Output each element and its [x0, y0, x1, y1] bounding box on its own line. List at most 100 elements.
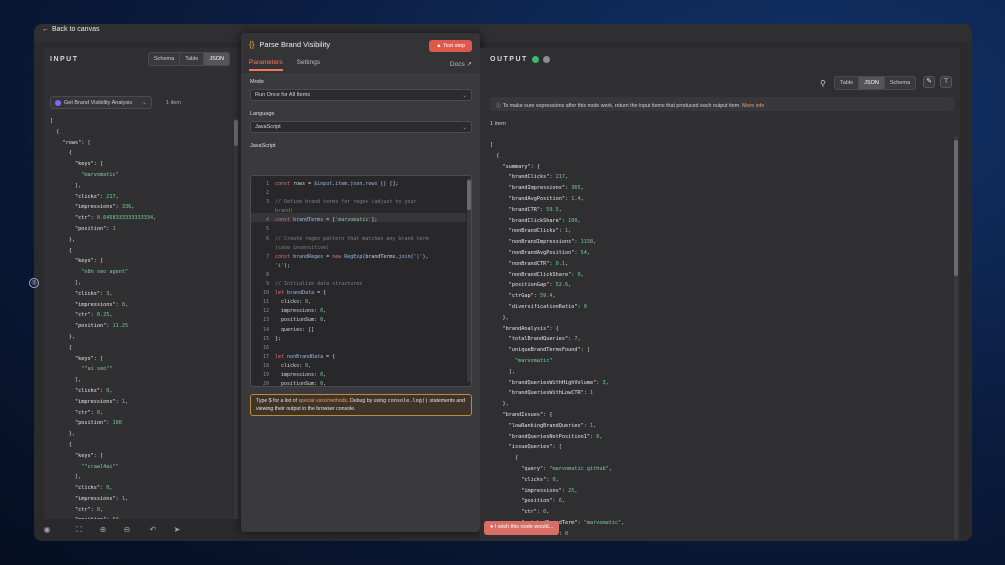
json-line: { [490, 152, 500, 159]
json-line: { [50, 344, 72, 351]
json-line: "diversificationRatio": 0 [508, 303, 587, 310]
test-step-button[interactable]: ▲ Test step [429, 40, 472, 52]
json-line: "clicks": 0, [75, 387, 113, 394]
json-line: "marvomatic" [81, 171, 119, 178]
output-panel: OUTPUT ⚲ Table JSON Schema ✎ ⊤ ⓘ To make… [480, 48, 960, 541]
mode-value: Run Once for All Items [255, 92, 311, 98]
json-line: "brandCTR": 59.5, [508, 206, 562, 213]
info-icon[interactable] [542, 56, 550, 63]
pin-icon: ⊤ [942, 78, 950, 85]
json-line: "nonBrandAvgPosition": 54, [508, 249, 590, 256]
json-line: { [50, 150, 72, 157]
json-line: "ctrGap": 59.4, [508, 293, 556, 300]
test-step-label: Test step [442, 43, 465, 49]
arrow-left-icon: ← [42, 26, 49, 33]
input-scrollbar[interactable] [234, 118, 238, 540]
view-table[interactable]: Table [180, 53, 205, 65]
output-title: OUTPUT [490, 56, 528, 63]
search-icon[interactable]: ⚲ [820, 79, 826, 88]
json-line: "clicks": 3, [75, 290, 113, 297]
globe-icon[interactable]: ◎ [29, 278, 39, 288]
pin-data-button[interactable]: ⊤ [940, 76, 952, 88]
json-line: "brandQueriesNotPosition1": 0, [508, 433, 603, 440]
code-editor[interactable]: 123456789101112131415161718192021 const … [250, 175, 472, 387]
mode-select[interactable]: Run Once for All Items ⌄ [250, 89, 472, 101]
json-line: "summary": { [502, 163, 540, 170]
input-title: INPUT [50, 56, 79, 63]
output-view-switcher: Table JSON Schema [834, 76, 917, 90]
json-line: "n8n seo agent" [81, 269, 129, 276]
json-line: { [50, 247, 72, 254]
code-label: JavaScript [250, 143, 276, 149]
input-item-count: 1 item [166, 100, 181, 106]
line-numbers: 123456789101112131415161718192021 [262, 181, 269, 387]
json-line: "clicks": 0, [75, 485, 113, 492]
language-value: JavaScript [255, 124, 281, 130]
special-vars-link[interactable]: special vars/methods [298, 398, 347, 404]
json-line: "brandClickShare": 100, [508, 217, 581, 224]
json-line: "brandAnalysis": { [502, 325, 559, 332]
undo-icon[interactable]: ↶ [146, 525, 160, 537]
pointer-icon[interactable]: ➤ [170, 525, 184, 537]
json-line: "position": 100 [75, 420, 122, 427]
success-icon [531, 56, 539, 63]
input-panel: INPUT ⚲ Schema Table JSON Get Brand Visi… [44, 48, 241, 541]
feedback-button[interactable]: ● I wish this node would... [484, 521, 560, 535]
fullscreen-icon[interactable]: ⛶ [72, 525, 86, 537]
json-line: "keys": [ [75, 258, 104, 265]
json-line: "lowRankingBrandQueries": 1, [508, 422, 597, 429]
view-table[interactable]: Table [835, 77, 860, 89]
view-schema[interactable]: Schema [885, 77, 915, 89]
back-to-canvas-link[interactable]: ← Back to canvas [42, 26, 99, 33]
json-line: "clicks": 217, [75, 193, 119, 200]
json-line: "brandAvgPosition": 1.4, [508, 195, 584, 202]
fit-view-icon[interactable]: ◉ [40, 525, 54, 537]
view-json[interactable]: JSON [859, 77, 885, 89]
language-label: Language [250, 111, 275, 117]
docs-label: Docs [449, 61, 465, 68]
input-node-name: Get Brand Visibility Analysis [64, 99, 133, 106]
tab-settings[interactable]: Settings [297, 59, 321, 71]
code-node-icon: {} [249, 40, 255, 49]
json-line: "impressions": 25, [521, 487, 578, 494]
input-view-switcher: Schema Table JSON [148, 52, 231, 66]
json-line: ], [50, 377, 82, 384]
mode-label: Mode [250, 79, 264, 85]
json-line: ], [50, 182, 82, 189]
json-line: "position": 11.25 [75, 323, 129, 330]
output-scrollbar[interactable] [954, 136, 958, 540]
node-title[interactable]: Parse Brand Visibility [259, 40, 330, 49]
more-info-link[interactable]: More info [742, 103, 764, 109]
zoom-in-icon[interactable]: ⊕ [96, 525, 110, 537]
canvas-toolbar [34, 519, 241, 541]
code-scrollbar[interactable] [467, 178, 471, 382]
json-line: "position": 6, [521, 498, 565, 505]
json-line: "brandQueriesWithHighVolume": 3, [508, 379, 609, 386]
info-icon: ⓘ [496, 103, 503, 109]
json-line: "ctr": 0.25, [75, 312, 113, 319]
language-select[interactable]: JavaScript ⌄ [250, 121, 472, 133]
view-json[interactable]: JSON [204, 53, 230, 65]
pencil-icon: ✎ [926, 78, 932, 85]
input-json-view: [ { "rows": [ { "keys": [ "marvomatic" ]… [50, 116, 156, 541]
docs-link[interactable]: Docs ↗ [450, 60, 472, 68]
tab-parameters[interactable]: Parameters [249, 59, 283, 71]
json-line: }, [490, 401, 509, 408]
json-line: "keys": [ [75, 161, 104, 168]
json-line: "nonBrandClicks": 1, [508, 228, 572, 235]
zoom-out-icon[interactable]: ⊖ [120, 525, 134, 537]
input-node-select[interactable]: Get Brand Visibility Analysis ⌄ [50, 96, 152, 109]
json-line: { [50, 441, 72, 448]
json-line: "uniqueBrandTermsFound": [ [508, 347, 590, 354]
chevron-down-icon: ⌄ [461, 93, 467, 99]
json-line: { [490, 455, 519, 462]
json-line: "keys": [ [75, 452, 104, 459]
edit-output-button[interactable]: ✎ [923, 76, 935, 88]
chevron-down-icon: ⌄ [461, 125, 467, 131]
json-line: }, [50, 431, 75, 438]
json-line: }, [490, 314, 509, 321]
feedback-label: I wish this node would... [494, 524, 554, 530]
view-schema[interactable]: Schema [149, 53, 181, 65]
output-item-count: 1 item [490, 121, 506, 127]
code-content[interactable]: const rows = $input.item.json.rows || []… [275, 180, 429, 386]
